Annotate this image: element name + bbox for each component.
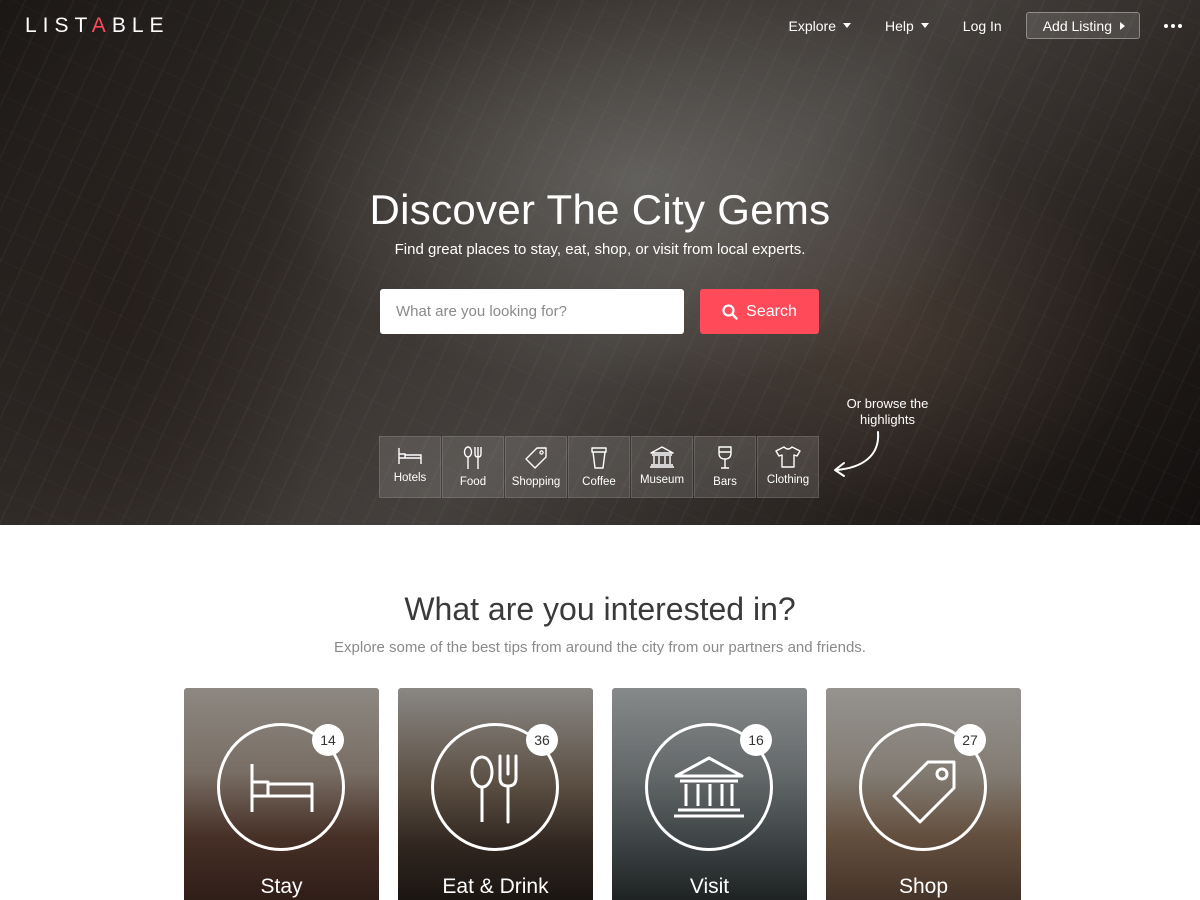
add-listing-button[interactable]: Add Listing [1025,12,1140,39]
category-card-stay[interactable]: 14 Stay [184,688,379,900]
coffee-cup-icon [591,447,607,469]
listing-count-badge: 16 [740,724,772,756]
bed-icon [398,448,422,464]
card-label: Shop [898,875,949,898]
wine-glass-icon [718,446,732,469]
category-clothing[interactable]: Clothing [757,436,819,498]
category-bars[interactable]: Bars [694,436,756,498]
hero-subtitle: Find great places to stay, eat, shop, or… [394,241,806,258]
more-dots-icon[interactable] [1164,23,1182,28]
category-label: Shopping [511,476,561,488]
section-subtitle: Explore some of the best tips from aroun… [334,639,866,656]
search-input[interactable] [380,289,684,334]
listing-count-badge: 27 [954,724,986,756]
search-icon [722,303,738,320]
nav-explore-label: Explore [788,17,836,34]
category-card-visit[interactable]: 16 Visit [612,688,807,900]
nav-explore[interactable]: Explore [789,18,851,34]
category-coffee[interactable]: Coffee [568,436,630,498]
nav-help-label: Help [884,17,914,34]
nav-login-label: Log In [962,17,1002,34]
nav-login[interactable]: Log In [963,18,1002,34]
search-button-label: Search [746,302,797,320]
category-label: Museum [639,474,685,486]
category-label: Food [459,476,487,488]
category-label: Bars [713,476,737,488]
fork-spoon-icon [463,446,482,469]
category-food[interactable]: Food [442,436,504,498]
category-label: Hotels [393,472,427,484]
chevron-down-icon [920,23,929,28]
tag-icon [525,447,547,469]
search-button[interactable]: Search [700,289,819,334]
hero-title: Discover The City Gems [369,186,831,233]
card-label: Eat & Drink [442,875,549,898]
site-logo[interactable]: LISTABLE [25,14,170,38]
hero-banner: LISTABLE Explore Help Log In Add Listing… [0,0,1200,525]
tshirt-icon [775,446,801,468]
card-label: Visit [689,875,730,898]
card-label: Stay [260,875,303,898]
category-shopping[interactable]: Shopping [505,436,567,498]
category-label: Coffee [582,476,616,488]
category-strip: Hotels Food Shopping Coffee Museum Bars … [379,436,820,498]
curved-arrow-icon [834,431,880,477]
category-museum[interactable]: Museum [631,436,693,498]
chevron-right-icon [1120,21,1125,30]
chevron-down-icon [842,23,851,28]
section-title: What are you interested in? [404,591,796,627]
category-card-eat-drink[interactable]: 36 Eat & Drink [398,688,593,900]
category-hotels[interactable]: Hotels [379,436,441,498]
add-listing-label: Add Listing [1042,17,1112,34]
browse-hint: Or browse the highlights [846,396,929,427]
category-card-shop[interactable]: 27 Shop [826,688,1021,900]
listing-count-badge: 36 [526,724,558,756]
museum-icon [650,446,674,468]
listing-count-badge: 14 [312,724,344,756]
main-nav: Explore Help Log In Add Listing [755,12,1182,39]
nav-help[interactable]: Help [885,18,929,34]
category-label: Clothing [766,474,810,486]
